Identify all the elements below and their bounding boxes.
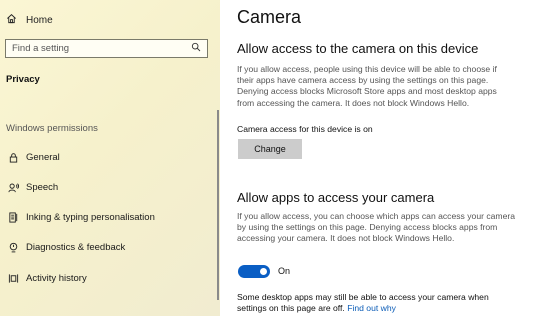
search-input[interactable]: Find a setting [5,39,208,58]
apps-access-description: If you allow access, you can choose whic… [237,211,516,244]
apps-access-heading: Allow apps to access your camera [237,190,435,205]
desktop-apps-note: Some desktop apps may still be able to a… [237,292,489,314]
sidebar: Home Find a setting Privacy Windows perm… [0,0,220,316]
activity-history-icon [0,273,26,284]
sidebar-item-label: General [26,151,60,163]
sidebar-item-label: Activity history [26,272,87,284]
sidebar-item-label: Diagnostics & feedback [26,241,126,253]
search-icon [191,42,201,55]
sidebar-item-inking[interactable]: Inking & typing personalisation [0,207,210,227]
page-title: Camera [237,7,302,27]
device-access-description: If you allow access, people using this d… [237,64,497,108]
change-button[interactable]: Change [238,139,302,159]
sidebar-item-general[interactable]: General [0,147,210,167]
device-access-status: Camera access for this device is on [237,124,373,134]
diagnostics-icon [0,242,26,253]
inking-icon [0,211,26,223]
toggle-state-label: On [278,266,291,276]
lock-icon [0,152,26,163]
search-placeholder: Find a setting [12,43,70,54]
find-out-why-link[interactable]: Find out why [347,303,396,313]
sidebar-item-activity-history[interactable]: Activity history [0,268,210,288]
speech-icon [0,182,26,193]
sidebar-item-speech[interactable]: Speech [0,177,210,197]
sidebar-item-diagnostics[interactable]: Diagnostics & feedback [0,237,210,257]
home-link[interactable]: Home [6,11,53,29]
main-content: Camera Allow access to the camera on thi… [220,0,550,316]
device-access-heading: Allow access to the camera on this devic… [237,41,479,56]
category-title: Privacy [6,74,40,85]
sidebar-item-label: Inking & typing personalisation [26,211,155,223]
sidebar-scrollbar[interactable] [217,110,219,300]
section-label: Windows permissions [6,123,98,134]
home-label: Home [26,14,53,26]
toggle-knob [260,268,267,275]
apps-access-toggle[interactable] [238,265,270,278]
sidebar-item-label: Speech [26,181,59,193]
home-icon [6,13,17,27]
